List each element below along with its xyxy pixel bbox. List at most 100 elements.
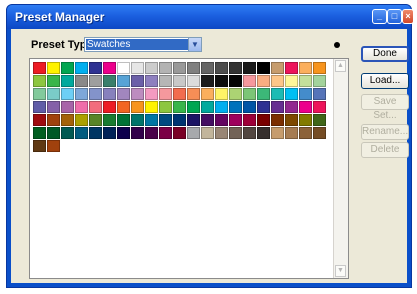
swatch[interactable] xyxy=(299,127,312,139)
swatch[interactable] xyxy=(313,75,326,87)
swatch[interactable] xyxy=(173,75,186,87)
scroll-down-icon[interactable]: ▼ xyxy=(335,265,346,277)
swatch[interactable] xyxy=(173,101,186,113)
swatch[interactable] xyxy=(257,114,270,126)
swatch[interactable] xyxy=(215,114,228,126)
swatch[interactable] xyxy=(47,75,60,87)
swatch[interactable] xyxy=(117,62,130,74)
swatch[interactable] xyxy=(229,62,242,74)
swatch[interactable] xyxy=(299,114,312,126)
swatch[interactable] xyxy=(215,88,228,100)
swatch[interactable] xyxy=(229,127,242,139)
swatch[interactable] xyxy=(145,114,158,126)
swatch[interactable] xyxy=(299,75,312,87)
swatch[interactable] xyxy=(145,75,158,87)
swatch[interactable] xyxy=(257,88,270,100)
swatch[interactable] xyxy=(145,62,158,74)
swatch[interactable] xyxy=(313,114,326,126)
swatch[interactable] xyxy=(159,62,172,74)
swatch[interactable] xyxy=(285,62,298,74)
swatch[interactable] xyxy=(285,75,298,87)
swatch[interactable] xyxy=(145,101,158,113)
swatch[interactable] xyxy=(215,101,228,113)
swatch[interactable] xyxy=(243,114,256,126)
vertical-scrollbar[interactable]: ▲ ▼ xyxy=(333,59,348,278)
swatch[interactable] xyxy=(215,62,228,74)
swatch[interactable] xyxy=(145,88,158,100)
delete-button[interactable]: Delete xyxy=(361,142,409,158)
swatch[interactable] xyxy=(159,88,172,100)
swatch[interactable] xyxy=(33,88,46,100)
swatch[interactable] xyxy=(159,114,172,126)
swatch[interactable] xyxy=(229,114,242,126)
swatch[interactable] xyxy=(75,88,88,100)
swatch[interactable] xyxy=(201,75,214,87)
swatch[interactable] xyxy=(75,127,88,139)
swatch[interactable] xyxy=(75,101,88,113)
swatch[interactable] xyxy=(159,75,172,87)
swatch[interactable] xyxy=(187,88,200,100)
swatch[interactable] xyxy=(47,88,60,100)
swatch[interactable] xyxy=(131,75,144,87)
swatch[interactable] xyxy=(131,88,144,100)
swatch[interactable] xyxy=(285,127,298,139)
swatch[interactable] xyxy=(47,101,60,113)
swatch[interactable] xyxy=(103,114,116,126)
swatch[interactable] xyxy=(299,62,312,74)
swatch[interactable] xyxy=(89,114,102,126)
swatch[interactable] xyxy=(243,88,256,100)
swatch[interactable] xyxy=(117,101,130,113)
swatch[interactable] xyxy=(103,127,116,139)
done-button[interactable]: Done xyxy=(361,46,409,62)
swatch[interactable] xyxy=(103,75,116,87)
swatch[interactable] xyxy=(61,101,74,113)
swatch[interactable] xyxy=(89,101,102,113)
swatch[interactable] xyxy=(33,101,46,113)
swatch[interactable] xyxy=(187,127,200,139)
swatch[interactable] xyxy=(131,62,144,74)
swatch[interactable] xyxy=(173,114,186,126)
swatch[interactable] xyxy=(243,101,256,113)
load-button[interactable]: Load... xyxy=(361,73,409,89)
swatch[interactable] xyxy=(103,88,116,100)
swatch[interactable] xyxy=(159,101,172,113)
swatch[interactable] xyxy=(33,127,46,139)
panel-menu-icon[interactable] xyxy=(334,42,340,48)
swatch[interactable] xyxy=(229,88,242,100)
title-bar[interactable]: Preset Manager _ □ × xyxy=(7,5,414,29)
swatch[interactable] xyxy=(117,127,130,139)
swatch[interactable] xyxy=(89,88,102,100)
close-button[interactable]: × xyxy=(402,9,414,24)
swatch[interactable] xyxy=(299,101,312,113)
swatch[interactable] xyxy=(33,114,46,126)
swatch[interactable] xyxy=(89,62,102,74)
swatch[interactable] xyxy=(243,62,256,74)
rename-button[interactable]: Rename... xyxy=(361,124,409,140)
swatch[interactable] xyxy=(243,75,256,87)
swatch[interactable] xyxy=(33,75,46,87)
swatch[interactable] xyxy=(173,62,186,74)
swatch[interactable] xyxy=(173,88,186,100)
swatch[interactable] xyxy=(159,127,172,139)
swatch[interactable] xyxy=(145,127,158,139)
swatch[interactable] xyxy=(103,62,116,74)
swatch[interactable] xyxy=(89,75,102,87)
swatch[interactable] xyxy=(229,101,242,113)
swatch[interactable] xyxy=(75,62,88,74)
swatch[interactable] xyxy=(285,114,298,126)
swatch[interactable] xyxy=(285,101,298,113)
swatch[interactable] xyxy=(75,75,88,87)
swatch[interactable] xyxy=(285,88,298,100)
swatch[interactable] xyxy=(187,101,200,113)
swatch[interactable] xyxy=(215,127,228,139)
swatch[interactable] xyxy=(47,114,60,126)
swatch[interactable] xyxy=(89,127,102,139)
swatch[interactable] xyxy=(187,114,200,126)
swatch[interactable] xyxy=(131,127,144,139)
swatch[interactable] xyxy=(229,75,242,87)
swatch[interactable] xyxy=(201,62,214,74)
swatch[interactable] xyxy=(271,88,284,100)
save-set-button[interactable]: Save Set... xyxy=(361,94,409,121)
swatch[interactable] xyxy=(33,62,46,74)
swatch[interactable] xyxy=(257,62,270,74)
